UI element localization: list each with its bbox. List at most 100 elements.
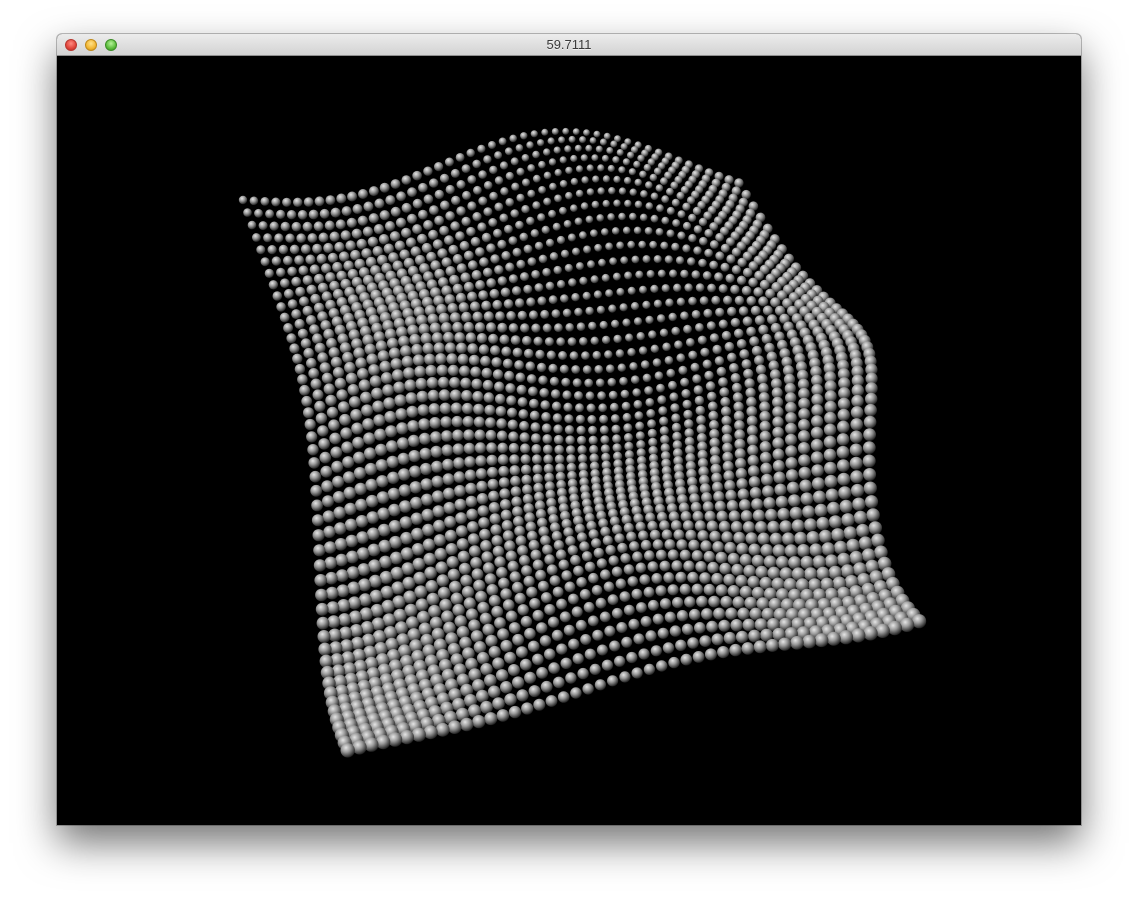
- sphere: [326, 406, 339, 419]
- sphere: [588, 572, 599, 584]
- sphere: [382, 384, 394, 397]
- sphere: [507, 407, 518, 418]
- sphere: [488, 218, 498, 227]
- sphere: [774, 483, 787, 496]
- sphere: [366, 527, 380, 541]
- sphere: [418, 622, 432, 636]
- sphere: [454, 332, 466, 343]
- sphere: [374, 428, 387, 441]
- sphere: [616, 287, 625, 296]
- sphere: [559, 180, 568, 188]
- sphere: [347, 191, 358, 202]
- sphere: [531, 444, 542, 454]
- sphere: [558, 351, 568, 360]
- sphere: [486, 243, 496, 253]
- sphere: [441, 610, 454, 623]
- sphere: [605, 289, 614, 298]
- sphere: [551, 530, 563, 542]
- sphere: [325, 586, 339, 600]
- sphere: [387, 732, 403, 747]
- sphere: [617, 363, 626, 372]
- sphere: [624, 199, 632, 208]
- render-viewport[interactable]: [57, 56, 1081, 825]
- sphere: [708, 595, 720, 608]
- sphere: [699, 296, 709, 305]
- sphere: [407, 434, 420, 447]
- sphere: [643, 586, 655, 598]
- sphere: [355, 357, 367, 369]
- sphere: [601, 228, 609, 236]
- sphere: [663, 572, 675, 584]
- sphere: [711, 633, 724, 646]
- sphere: [858, 536, 873, 550]
- sphere: [274, 233, 284, 243]
- sphere: [325, 394, 337, 407]
- sphere: [549, 522, 561, 533]
- sphere: [486, 454, 498, 466]
- sphere: [611, 319, 620, 328]
- sphere: [416, 610, 430, 624]
- sphere: [534, 241, 544, 251]
- sphere: [385, 195, 396, 206]
- sphere: [293, 197, 303, 207]
- sphere: [317, 352, 329, 364]
- sphere: [685, 338, 695, 347]
- sphere: [749, 487, 762, 499]
- sphere: [311, 499, 323, 512]
- sphere: [596, 305, 606, 314]
- sphere: [647, 561, 659, 572]
- sphere: [715, 584, 728, 597]
- sphere: [668, 656, 680, 669]
- sphere: [454, 485, 466, 497]
- sphere: [636, 440, 646, 450]
- sphere: [421, 508, 434, 522]
- sphere: [517, 545, 529, 557]
- sphere: [526, 297, 536, 307]
- sphere: [483, 181, 493, 190]
- sphere: [669, 269, 678, 278]
- sphere: [672, 597, 684, 609]
- sphere: [572, 653, 584, 665]
- sphere: [764, 342, 775, 354]
- sphere: [680, 311, 689, 320]
- sphere: [595, 378, 605, 388]
- sphere: [602, 199, 610, 208]
- sphere: [490, 345, 501, 356]
- sphere: [747, 465, 760, 477]
- sphere: [851, 628, 866, 643]
- sphere: [616, 241, 624, 250]
- sphere: [496, 430, 508, 442]
- sphere: [467, 260, 478, 271]
- sphere: [711, 572, 723, 585]
- sphere: [475, 455, 487, 467]
- sphere: [601, 452, 611, 462]
- sphere: [445, 211, 455, 221]
- sphere: [690, 501, 702, 513]
- sphere: [514, 298, 525, 308]
- sphere: [489, 288, 500, 299]
- sphere: [569, 351, 579, 361]
- sphere: [629, 541, 640, 552]
- sphere: [444, 529, 457, 542]
- sphere: [644, 227, 653, 235]
- sphere: [618, 166, 626, 174]
- sphere: [653, 167, 662, 176]
- sphere: [733, 328, 744, 339]
- sphere: [306, 357, 317, 369]
- sphere: [515, 372, 526, 383]
- sphere: [377, 507, 390, 521]
- sphere: [455, 231, 465, 241]
- sphere: [463, 442, 476, 455]
- sphere: [864, 495, 879, 509]
- sphere: [384, 410, 397, 423]
- sphere: [611, 424, 621, 434]
- sphere: [365, 494, 379, 508]
- title-bar[interactable]: 59.7111: [57, 34, 1081, 56]
- sphere: [355, 515, 369, 528]
- sphere: [400, 547, 414, 561]
- sphere: [560, 249, 570, 258]
- sphere: [837, 420, 850, 434]
- sphere: [292, 353, 303, 364]
- sphere: [358, 379, 371, 392]
- sphere: [532, 464, 543, 475]
